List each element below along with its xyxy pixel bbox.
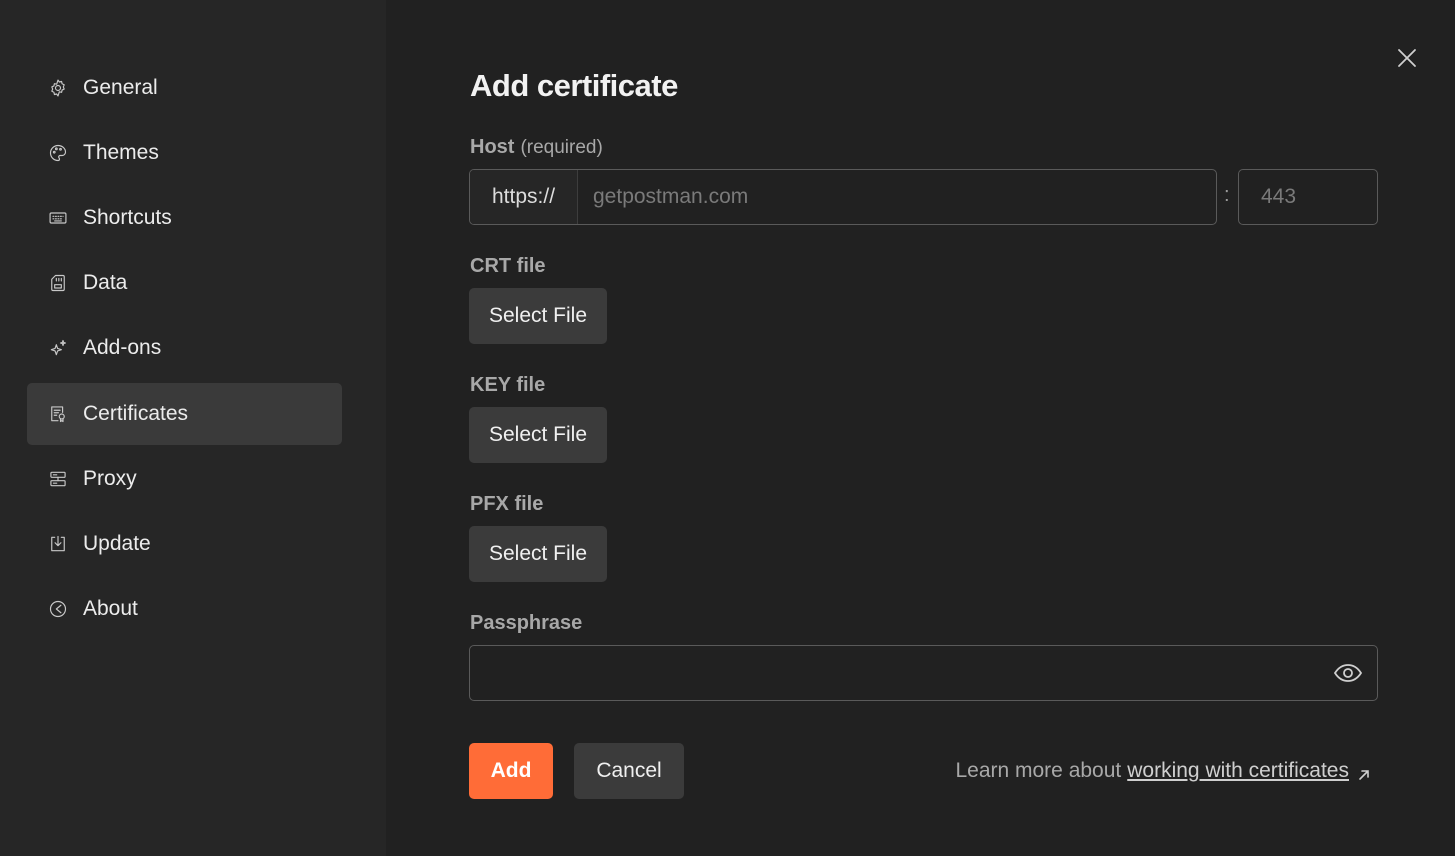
sidebar-item-certificates[interactable]: Certificates xyxy=(27,383,342,445)
sidebar-item-label: General xyxy=(83,76,158,99)
server-icon xyxy=(47,468,69,490)
cancel-button[interactable]: Cancel xyxy=(574,743,684,799)
sidebar-item-label: Update xyxy=(83,532,151,555)
passphrase-field xyxy=(469,645,1378,701)
sd-card-icon xyxy=(47,272,69,294)
show-passphrase-toggle[interactable] xyxy=(1333,660,1363,686)
sidebar-item-shortcuts[interactable]: Shortcuts xyxy=(27,187,342,249)
sidebar-item-data[interactable]: Data xyxy=(27,252,342,314)
host-label: Host (required) xyxy=(470,136,603,159)
key-select-file-button[interactable]: Select File xyxy=(469,407,607,463)
port-field xyxy=(1238,169,1378,225)
add-button[interactable]: Add xyxy=(469,743,553,799)
sidebar-item-label: Certificates xyxy=(83,402,189,425)
compass-icon xyxy=(47,598,69,620)
eye-icon xyxy=(1333,664,1363,682)
crt-select-file-button[interactable]: Select File xyxy=(469,288,607,344)
host-label-text: Host xyxy=(470,136,515,158)
sidebar-item-themes[interactable]: Themes xyxy=(27,122,342,184)
learn-more-text: Learn more about working with certificat… xyxy=(955,759,1371,783)
crt-file-label: CRT file xyxy=(470,255,546,277)
learn-more-link[interactable]: working with certificates xyxy=(1127,759,1349,783)
passphrase-input[interactable] xyxy=(470,646,1330,700)
sidebar-item-label: Data xyxy=(83,271,128,294)
host-field: https:// xyxy=(469,169,1217,225)
host-protocol-prefix: https:// xyxy=(470,170,578,224)
port-input[interactable] xyxy=(1239,170,1377,224)
gear-icon xyxy=(47,77,69,99)
learn-more-prefix: Learn more about xyxy=(955,759,1122,782)
close-button[interactable] xyxy=(1395,46,1419,70)
download-icon xyxy=(47,533,69,555)
external-link-icon[interactable] xyxy=(1357,764,1371,780)
host-input[interactable] xyxy=(578,170,1216,224)
sidebar-item-proxy[interactable]: Proxy xyxy=(27,448,342,510)
sidebar-item-label: Shortcuts xyxy=(83,206,172,229)
sidebar-item-about[interactable]: About xyxy=(27,578,342,640)
sidebar-item-update[interactable]: Update xyxy=(27,513,342,575)
close-icon xyxy=(1398,49,1416,67)
keyboard-icon xyxy=(47,207,69,229)
sidebar-item-label: Add-ons xyxy=(83,336,162,359)
host-required-hint: (required) xyxy=(520,137,603,158)
port-separator: : xyxy=(1224,184,1230,206)
sidebar-item-label: Proxy xyxy=(83,467,137,490)
sidebar-item-label: Themes xyxy=(83,141,159,164)
pfx-file-label: PFX file xyxy=(470,493,544,515)
passphrase-label: Passphrase xyxy=(470,612,583,634)
palette-icon xyxy=(47,142,69,164)
sidebar-item-label: About xyxy=(83,597,138,620)
sidebar-item-add-ons[interactable]: Add-ons xyxy=(27,317,342,379)
sidebar-item-general[interactable]: General xyxy=(27,57,342,119)
settings-sidebar: General Themes Shortcuts Data Add-ons Ce… xyxy=(0,0,386,856)
pfx-select-file-button[interactable]: Select File xyxy=(469,526,607,582)
page-title: Add certificate xyxy=(470,68,678,103)
sparkle-icon xyxy=(47,337,69,359)
key-file-label: KEY file xyxy=(470,374,546,396)
certificate-icon xyxy=(47,403,69,425)
